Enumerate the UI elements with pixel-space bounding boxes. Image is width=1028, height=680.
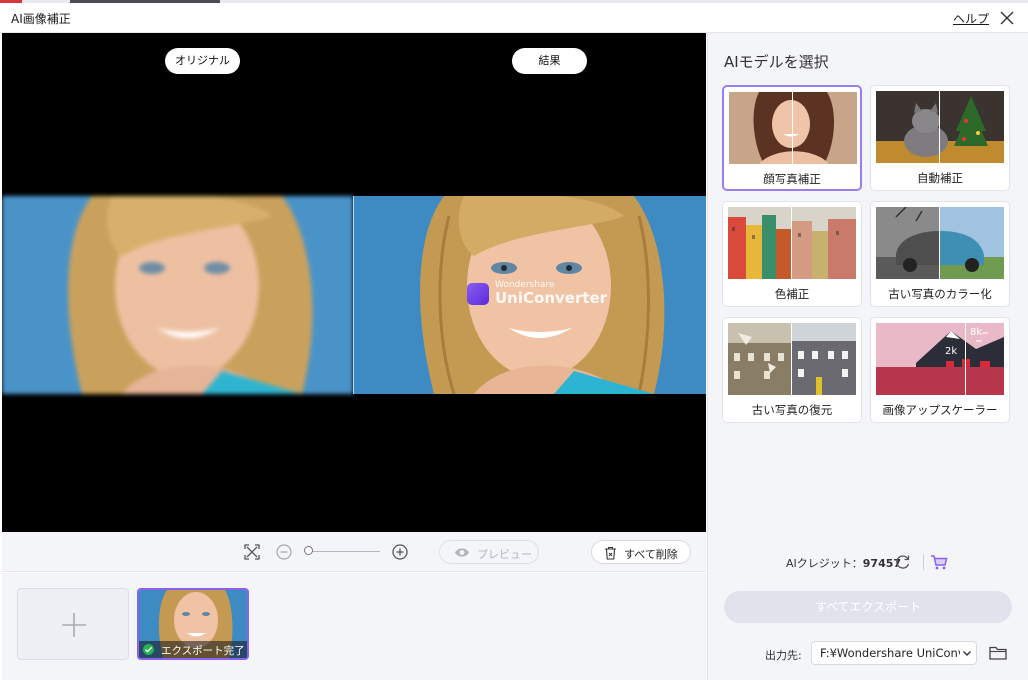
- model-card-color-correct[interactable]: 色補正: [722, 201, 862, 307]
- chevron-down-icon: [963, 651, 971, 656]
- panel-heading: AIモデルを選択: [724, 53, 829, 71]
- window-title: AI画像補正: [11, 12, 71, 26]
- model-split-line: [939, 91, 940, 163]
- ai-credits: AIクレジット：97457: [786, 555, 901, 571]
- model-split-line: [939, 207, 940, 279]
- output-path-select[interactable]: F:¥Wondershare UniConv: [811, 641, 977, 665]
- delete-all-button[interactable]: すべて削除: [591, 540, 691, 564]
- title-bar: AI画像補正 ヘルプ: [0, 3, 1028, 33]
- model-card-face-enhance[interactable]: 顔写真補正: [722, 85, 862, 191]
- model-split-line: [792, 92, 793, 164]
- original-photo: [2, 196, 353, 394]
- preview-button-label: プレビュー: [477, 548, 532, 561]
- help-link[interactable]: ヘルプ: [953, 10, 989, 27]
- export-all-button[interactable]: すべてエクスポート: [724, 591, 1012, 623]
- folder-icon[interactable]: [988, 643, 1008, 663]
- add-file-button[interactable]: [17, 588, 129, 660]
- model-auto-preview: [876, 91, 1004, 163]
- eye-icon: [455, 548, 469, 557]
- zoom-out-icon[interactable]: [274, 542, 294, 562]
- delete-all-label: すべて削除: [624, 548, 678, 561]
- export-status-badge: エクスポート完了: [139, 641, 247, 658]
- upscale-8k-badge: 8k: [970, 327, 983, 338]
- file-strip: エクスポート完了: [2, 573, 706, 680]
- zoom-slider-track: [304, 551, 380, 552]
- model-label: 色補正: [774, 287, 810, 301]
- original-label: オリジナル: [165, 48, 240, 74]
- zoom-slider[interactable]: [304, 546, 380, 555]
- cart-icon[interactable]: [930, 553, 948, 571]
- comparison-preview[interactable]: オリジナル 結果 Wondershare UniConverter: [2, 33, 706, 532]
- uniconverter-logo-icon: [467, 283, 489, 305]
- model-split-line: [791, 207, 792, 279]
- close-icon[interactable]: [996, 7, 1018, 29]
- check-circle-icon: [143, 644, 154, 655]
- preview-toolbar: プレビュー すべて削除: [2, 532, 706, 572]
- model-card-upscaler[interactable]: 8k 2k 画像アップスケーラー: [870, 317, 1010, 423]
- preview-button[interactable]: プレビュー: [439, 540, 539, 564]
- watermark-line2: UniConverter: [495, 289, 608, 307]
- plus-icon: [62, 613, 86, 637]
- model-panel: AIモデルを選択 顔写真補正 自動補正 色補正 古い写真のカラー化 古い写真の復…: [707, 33, 1028, 680]
- model-face-preview: [729, 92, 857, 164]
- output-path-value: F:¥Wondershare UniConv: [820, 646, 960, 660]
- zoom-slider-knob[interactable]: [304, 546, 313, 555]
- model-label: 古い写真の復元: [751, 403, 833, 417]
- result-label: 結果: [512, 48, 587, 74]
- model-label: 古い写真のカラー化: [888, 287, 992, 301]
- model-label: 自動補正: [917, 171, 963, 185]
- model-color-preview: [728, 207, 856, 279]
- model-upscale-preview: [876, 323, 1004, 395]
- output-label: 出力先:: [765, 649, 802, 662]
- model-label: 画像アップスケーラー: [882, 403, 998, 417]
- credits-divider: [923, 554, 924, 570]
- zoom-in-icon[interactable]: [390, 542, 410, 562]
- model-split-line: [791, 323, 792, 395]
- model-card-colorize[interactable]: 古い写真のカラー化: [870, 201, 1010, 307]
- model-label: 顔写真補正: [763, 172, 821, 186]
- model-colorize-preview: [876, 207, 1004, 279]
- trash-icon: [605, 546, 616, 560]
- file-thumbnail[interactable]: エクスポート完了: [137, 588, 249, 660]
- model-restore-preview: [728, 323, 856, 395]
- model-split-line: [965, 323, 966, 395]
- export-status-text: エクスポート完了: [161, 645, 245, 657]
- model-card-restore[interactable]: 古い写真の復元: [722, 317, 862, 423]
- credits-label: AIクレジット：: [786, 557, 863, 570]
- upscale-2k-badge: 2k: [945, 346, 958, 357]
- fit-screen-icon[interactable]: [242, 542, 262, 562]
- model-card-auto-enhance[interactable]: 自動補正: [870, 85, 1010, 191]
- refresh-icon[interactable]: [894, 553, 912, 571]
